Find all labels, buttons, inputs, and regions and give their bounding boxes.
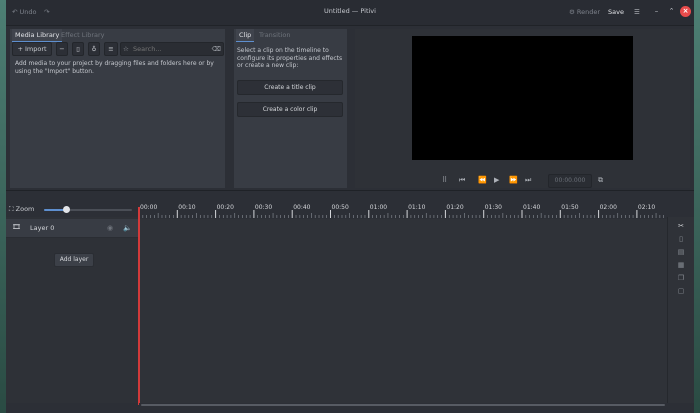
save-button[interactable]: Save [608, 6, 624, 19]
maximize-button[interactable]: ⌃ [666, 6, 677, 17]
speaker-icon[interactable]: 🔈 [123, 224, 132, 232]
group-icon: ▤ [677, 248, 685, 256]
copy-icon: ❐ [677, 274, 685, 282]
eye-icon[interactable]: ◉ [107, 224, 113, 232]
clear-search-icon[interactable]: ⌫ [212, 43, 221, 55]
timeline-scrollbar[interactable] [139, 403, 667, 407]
fast-forward-icon: ⏩ [509, 176, 518, 184]
maximize-icon: ⌃ [668, 7, 675, 15]
timeline-toolbar: ✂ ▯ ▤ ▦ ❐ ▢ [667, 217, 694, 403]
minimize-button[interactable]: – [651, 6, 662, 17]
timeline-separator [6, 190, 694, 191]
grid-icon: ⠿ [442, 176, 448, 184]
pitivi-window: ↶ Undo ↷ Untitled — Pitivi ⚙ Render Save… [6, 0, 694, 413]
search-input[interactable] [133, 43, 209, 55]
film-icon: 🎞 [12, 223, 21, 231]
skip-backward-icon: ⏮ [459, 176, 466, 184]
star-icon: ☆ [123, 45, 129, 53]
header-bar: ↶ Undo ↷ Untitled — Pitivi ⚙ Render Save… [6, 0, 694, 26]
remove-clip-button[interactable]: − [56, 42, 68, 56]
play-button[interactable]: ▶ [494, 176, 499, 184]
zoom-slider-handle[interactable] [63, 206, 70, 213]
group-clips-button[interactable]: ▤ [676, 247, 686, 257]
create-color-clip-button[interactable]: Create a color clip [237, 102, 343, 117]
save-label: Save [608, 8, 624, 16]
video-preview [412, 36, 633, 160]
clip-properties-button[interactable]: ▯ [72, 42, 84, 56]
clip-panel: Clip Transition Select a clip on the tim… [234, 29, 347, 188]
zoom-label: Zoom [15, 205, 35, 213]
hamburger-icon: ☰ [634, 8, 640, 16]
goto-end-button[interactable]: ⏭ [525, 176, 531, 185]
close-button[interactable]: × [680, 6, 691, 17]
playhead[interactable] [138, 207, 140, 405]
copy-clips-button[interactable]: ❐ [676, 273, 686, 283]
trash-icon: ▯ [679, 235, 683, 243]
detach-viewer-button[interactable]: ⧉ [598, 176, 603, 185]
tab-transition[interactable]: Transition [256, 29, 293, 41]
ruler-ticks [139, 210, 665, 218]
ungroup-clips-button[interactable]: ▦ [676, 260, 686, 270]
document-icon: ▯ [76, 45, 80, 53]
scrollbar-thumb[interactable] [141, 404, 665, 406]
media-library-empty-text: Add media to your project by dragging fi… [15, 60, 214, 75]
insert-at-playhead-button[interactable]: ♁ [88, 42, 100, 56]
scissors-icon: ✂ [678, 222, 684, 230]
tab-media-library[interactable]: Media Library [12, 29, 63, 42]
detach-icon: ⧉ [598, 176, 603, 184]
bulb-icon: ♁ [91, 45, 97, 53]
timeline-track-area[interactable] [139, 219, 668, 403]
clipboard-icon: ▢ [677, 287, 685, 295]
zoom-control: ⛶ Zoom [9, 205, 34, 214]
zoom-fit-icon[interactable]: ⛶ [9, 205, 14, 213]
desktop-background-right [694, 0, 700, 413]
viewer-panel [355, 29, 690, 188]
seek-forward-button[interactable]: ⏩ [509, 176, 518, 184]
clip-panel-tabs: Clip Transition [234, 29, 347, 42]
paste-clips-button[interactable]: ▢ [676, 286, 686, 296]
tab-effect-library[interactable]: Effect Library [58, 29, 108, 41]
render-label: Render [576, 8, 601, 16]
layer-controls-column [6, 217, 139, 403]
timecode-field[interactable]: 00:00.000 [548, 174, 592, 188]
layer-row: 🎞 Layer 0 ◉ 🔈 [6, 219, 139, 238]
ungroup-icon: ▦ [677, 261, 685, 269]
zoom-slider[interactable] [44, 206, 132, 213]
tab-clip[interactable]: Clip [236, 29, 255, 42]
goto-start-button[interactable]: ⏮ [459, 176, 465, 185]
main-menu-button[interactable]: ☰ [634, 6, 640, 19]
create-title-clip-button[interactable]: Create a title clip [237, 80, 343, 95]
rewind-icon: ⏪ [478, 176, 487, 184]
minus-icon: − [59, 45, 65, 53]
add-layer-button[interactable]: Add layer [54, 253, 94, 267]
media-library-panel: Media Library Effect Library + Import − … [10, 29, 225, 188]
plus-icon: + [17, 45, 23, 53]
render-button[interactable]: ⚙ Render [569, 6, 600, 19]
seek-backward-button[interactable]: ⏪ [478, 176, 487, 184]
render-icon: ⚙ [569, 8, 575, 16]
import-label: Import [24, 45, 47, 53]
close-icon: × [682, 7, 689, 15]
clip-hint-text: Select a clip on the timeline to configu… [237, 47, 343, 69]
delete-clip-button[interactable]: ▯ [676, 234, 686, 244]
play-icon: ▶ [494, 176, 500, 184]
grid-menu-button[interactable]: ⠿ [442, 176, 447, 184]
import-button[interactable]: + Import [12, 42, 52, 56]
list-view-icon: ≡ [108, 45, 114, 53]
layer-name[interactable]: Layer 0 [30, 224, 54, 232]
search-box: ☆ ⌫ [120, 42, 224, 56]
minimize-icon: – [654, 7, 659, 15]
media-library-tabs: Media Library Effect Library [10, 29, 225, 42]
view-mode-button[interactable]: ≡ [104, 42, 118, 56]
split-tool-button[interactable]: ✂ [676, 221, 686, 231]
skip-forward-icon: ⏭ [525, 176, 532, 184]
